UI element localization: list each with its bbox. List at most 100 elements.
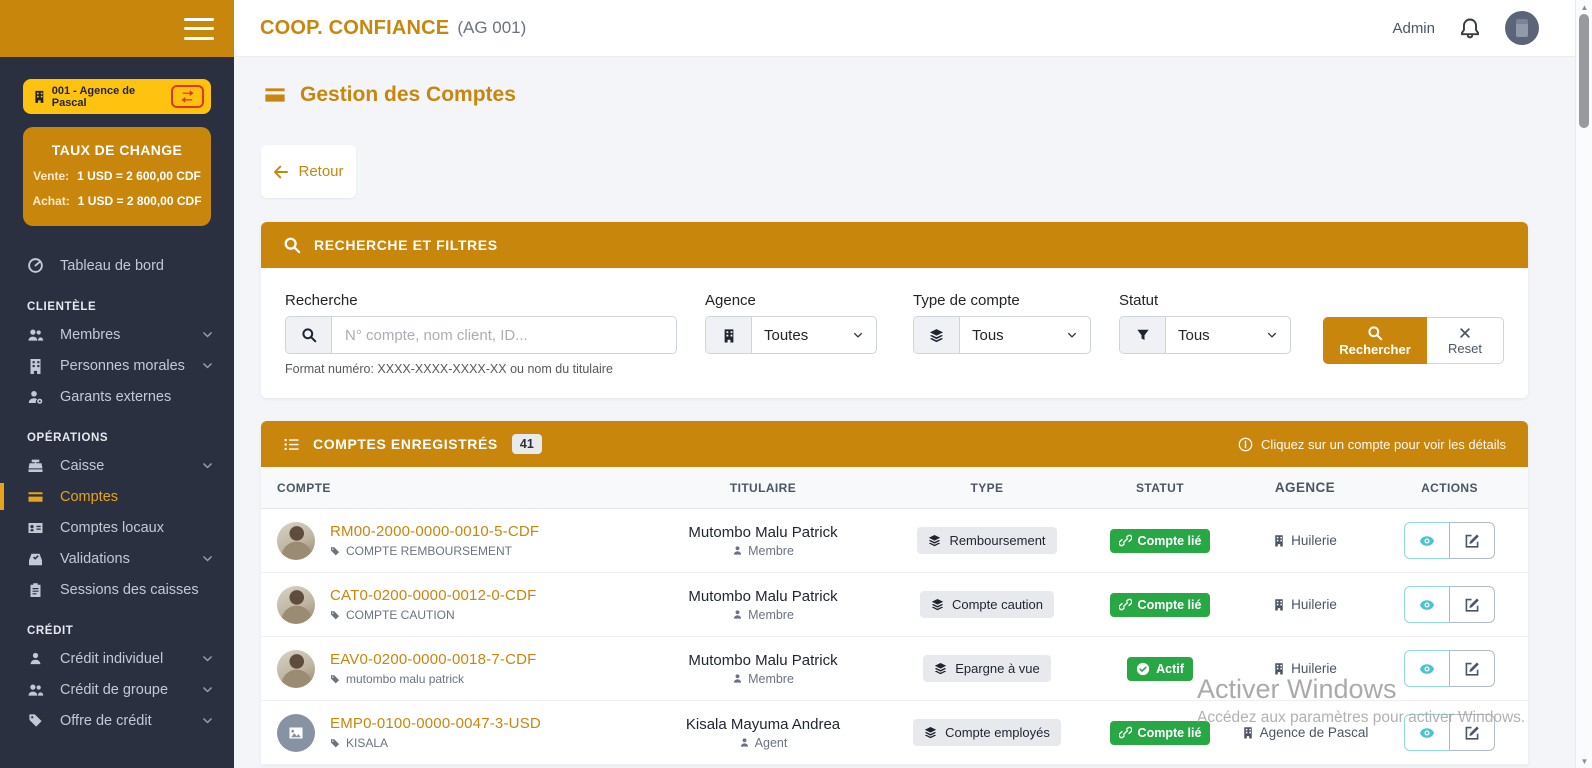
view-account-button[interactable] [1404, 714, 1450, 751]
arrow-left-icon [273, 164, 289, 180]
menu-toggle-icon[interactable] [184, 17, 214, 40]
account-number[interactable]: EMP0-0100-0000-0047-3-USD [330, 715, 541, 732]
holder-role: Membre [633, 672, 893, 686]
eye-icon [1418, 533, 1436, 549]
search-input[interactable] [332, 317, 676, 353]
table-row[interactable]: CAT0-0200-0000-0012-0-CDF COMPTE CAUTION… [261, 573, 1528, 637]
layers-icon [934, 662, 947, 675]
main-content: Gestion des Comptes Retour RECHERCHE ET … [234, 57, 1575, 768]
sidebar-item-comptes[interactable]: Comptes [0, 481, 234, 512]
nav-section-clientele: CLIENTÈLE [27, 301, 97, 313]
scrollbar-thumb[interactable] [1579, 14, 1589, 128]
chevron-down-icon [1066, 329, 1078, 341]
agency-cell: Huilerie [1239, 597, 1371, 612]
eye-icon [1418, 597, 1436, 613]
type-de-compte-label: Type de compte [913, 292, 1020, 309]
person-icon [732, 673, 743, 684]
sidebar-item-credit-individuel[interactable]: Crédit individuel [0, 643, 234, 674]
chevron-down-icon [201, 683, 214, 696]
scrollbar-down-arrow[interactable]: ▼ [1576, 754, 1592, 768]
reset-button[interactable]: Reset [1427, 317, 1504, 364]
chevron-down-icon [201, 652, 214, 665]
type-de-compte-select[interactable]: Tous [960, 317, 1090, 353]
view-account-button[interactable] [1404, 586, 1450, 623]
accounts-count-badge: 41 [511, 434, 542, 454]
sidebar-item-credit-de-groupe[interactable]: Crédit de groupe [0, 674, 234, 705]
account-label: COMPTE CAUTION [330, 608, 536, 622]
edit-account-button[interactable] [1449, 714, 1495, 751]
layers-icon [928, 534, 941, 547]
account-label: COMPTE REMBOURSEMENT [330, 544, 539, 558]
account-number[interactable]: EAV0-0200-0000-0018-7-CDF [330, 651, 537, 668]
holder-name: Mutombo Malu Patrick [688, 523, 838, 541]
edit-account-button[interactable] [1449, 522, 1495, 559]
sidebar-item-tableau-de-bord[interactable]: Tableau de bord [0, 250, 234, 281]
exchange-rate-buy: Achat: 1 USD = 2 800,00 CDF [32, 194, 202, 208]
statut-select[interactable]: Tous [1166, 317, 1290, 353]
search-label: Recherche [285, 292, 358, 309]
col-header-actions: ACTIONS [1421, 480, 1478, 495]
chevron-down-icon [201, 714, 214, 727]
brand-agency-code: (AG 001) [457, 18, 527, 37]
type-addon [914, 317, 960, 353]
filters-card: RECHERCHE ET FILTRES Recherche Format nu… [261, 222, 1528, 398]
rechercher-button[interactable]: Rechercher [1323, 317, 1427, 364]
sidebar-item-validations[interactable]: Validations [0, 543, 234, 574]
edit-icon [1464, 725, 1480, 741]
exchange-rate-title: TAUX DE CHANGE [51, 142, 183, 158]
edit-account-button[interactable] [1449, 586, 1495, 623]
view-account-button[interactable] [1404, 650, 1450, 687]
credit-card-icon [263, 84, 287, 106]
sidebar-item-personnes-morales[interactable]: Personnes morales [0, 350, 234, 381]
agence-select[interactable]: Toutes [752, 317, 876, 353]
back-button[interactable]: Retour [261, 145, 356, 198]
search-icon [1367, 325, 1383, 341]
account-type-pill: Epargne à vue [923, 655, 1051, 682]
account-holder-avatar [277, 585, 315, 624]
sidebar-item-caisse[interactable]: Caisse [0, 450, 234, 481]
agence-addon [706, 317, 752, 353]
edit-account-button[interactable] [1449, 650, 1495, 687]
holder-role: Membre [633, 608, 893, 622]
sidebar-item-offre-de-credit[interactable]: Offre de crédit [0, 705, 234, 736]
account-type-pill: Remboursement [917, 527, 1057, 554]
bell-icon[interactable] [1459, 17, 1481, 39]
agency-cell: Huilerie [1239, 661, 1371, 676]
holder-name: Mutombo Malu Patrick [688, 587, 838, 605]
table-row[interactable]: RM00-2000-0000-0010-5-CDF COMPTE REMBOUR… [261, 509, 1528, 573]
col-header-agence: AGENCE [1274, 480, 1336, 495]
building-icon [1273, 662, 1285, 675]
agency-selector-button[interactable]: 001 - Agence de Pascal [23, 79, 211, 114]
table-row[interactable]: EMP0-0100-0000-0047-3-USD KISALA Kisala … [261, 701, 1528, 765]
statut-label: Statut [1119, 292, 1159, 309]
account-number[interactable]: RM00-2000-0000-0010-5-CDF [330, 523, 539, 540]
eye-icon [1418, 661, 1436, 677]
account-number[interactable]: CAT0-0200-0000-0012-0-CDF [330, 587, 536, 604]
page-scrollbar[interactable]: ▲ ▼ [1575, 0, 1592, 768]
layers-icon [924, 726, 937, 739]
view-account-button[interactable] [1404, 522, 1450, 559]
person-icon [739, 737, 750, 748]
table-column-headers: COMPTE TITULAIRE TYPE STATUT AGENCE ACTI… [261, 467, 1528, 509]
layers-icon [931, 598, 944, 611]
sidebar-item-sessions-des-caisses[interactable]: Sessions des caisses [0, 574, 234, 605]
topbar: COOP. CONFIANCE (AG 001) Admin [234, 0, 1575, 57]
search-addon [286, 317, 332, 353]
edit-icon [1464, 597, 1480, 613]
scrollbar-up-arrow[interactable]: ▲ [1576, 0, 1592, 14]
holder-name: Mutombo Malu Patrick [688, 651, 838, 669]
exchange-rate-sell: Vente: 1 USD = 2 600,00 CDF [33, 169, 201, 183]
users-icon [27, 682, 44, 698]
search-icon [283, 236, 301, 254]
status-badge: Compte lié [1109, 592, 1211, 617]
sidebar-item-garants-externes[interactable]: Garants externes [0, 381, 234, 412]
swap-agency-icon[interactable] [170, 85, 204, 108]
user-avatar[interactable] [1505, 11, 1539, 45]
sidebar-item-membres[interactable]: Membres [0, 319, 234, 350]
sidebar-item-comptes-locaux[interactable]: Comptes locaux [0, 512, 234, 543]
holder-role: Agent [633, 736, 893, 750]
table-row[interactable]: EAV0-0200-0000-0018-7-CDF mutombo malu p… [261, 637, 1528, 701]
edit-icon [1464, 661, 1480, 677]
building-icon [33, 90, 46, 103]
building-icon [1273, 534, 1285, 547]
